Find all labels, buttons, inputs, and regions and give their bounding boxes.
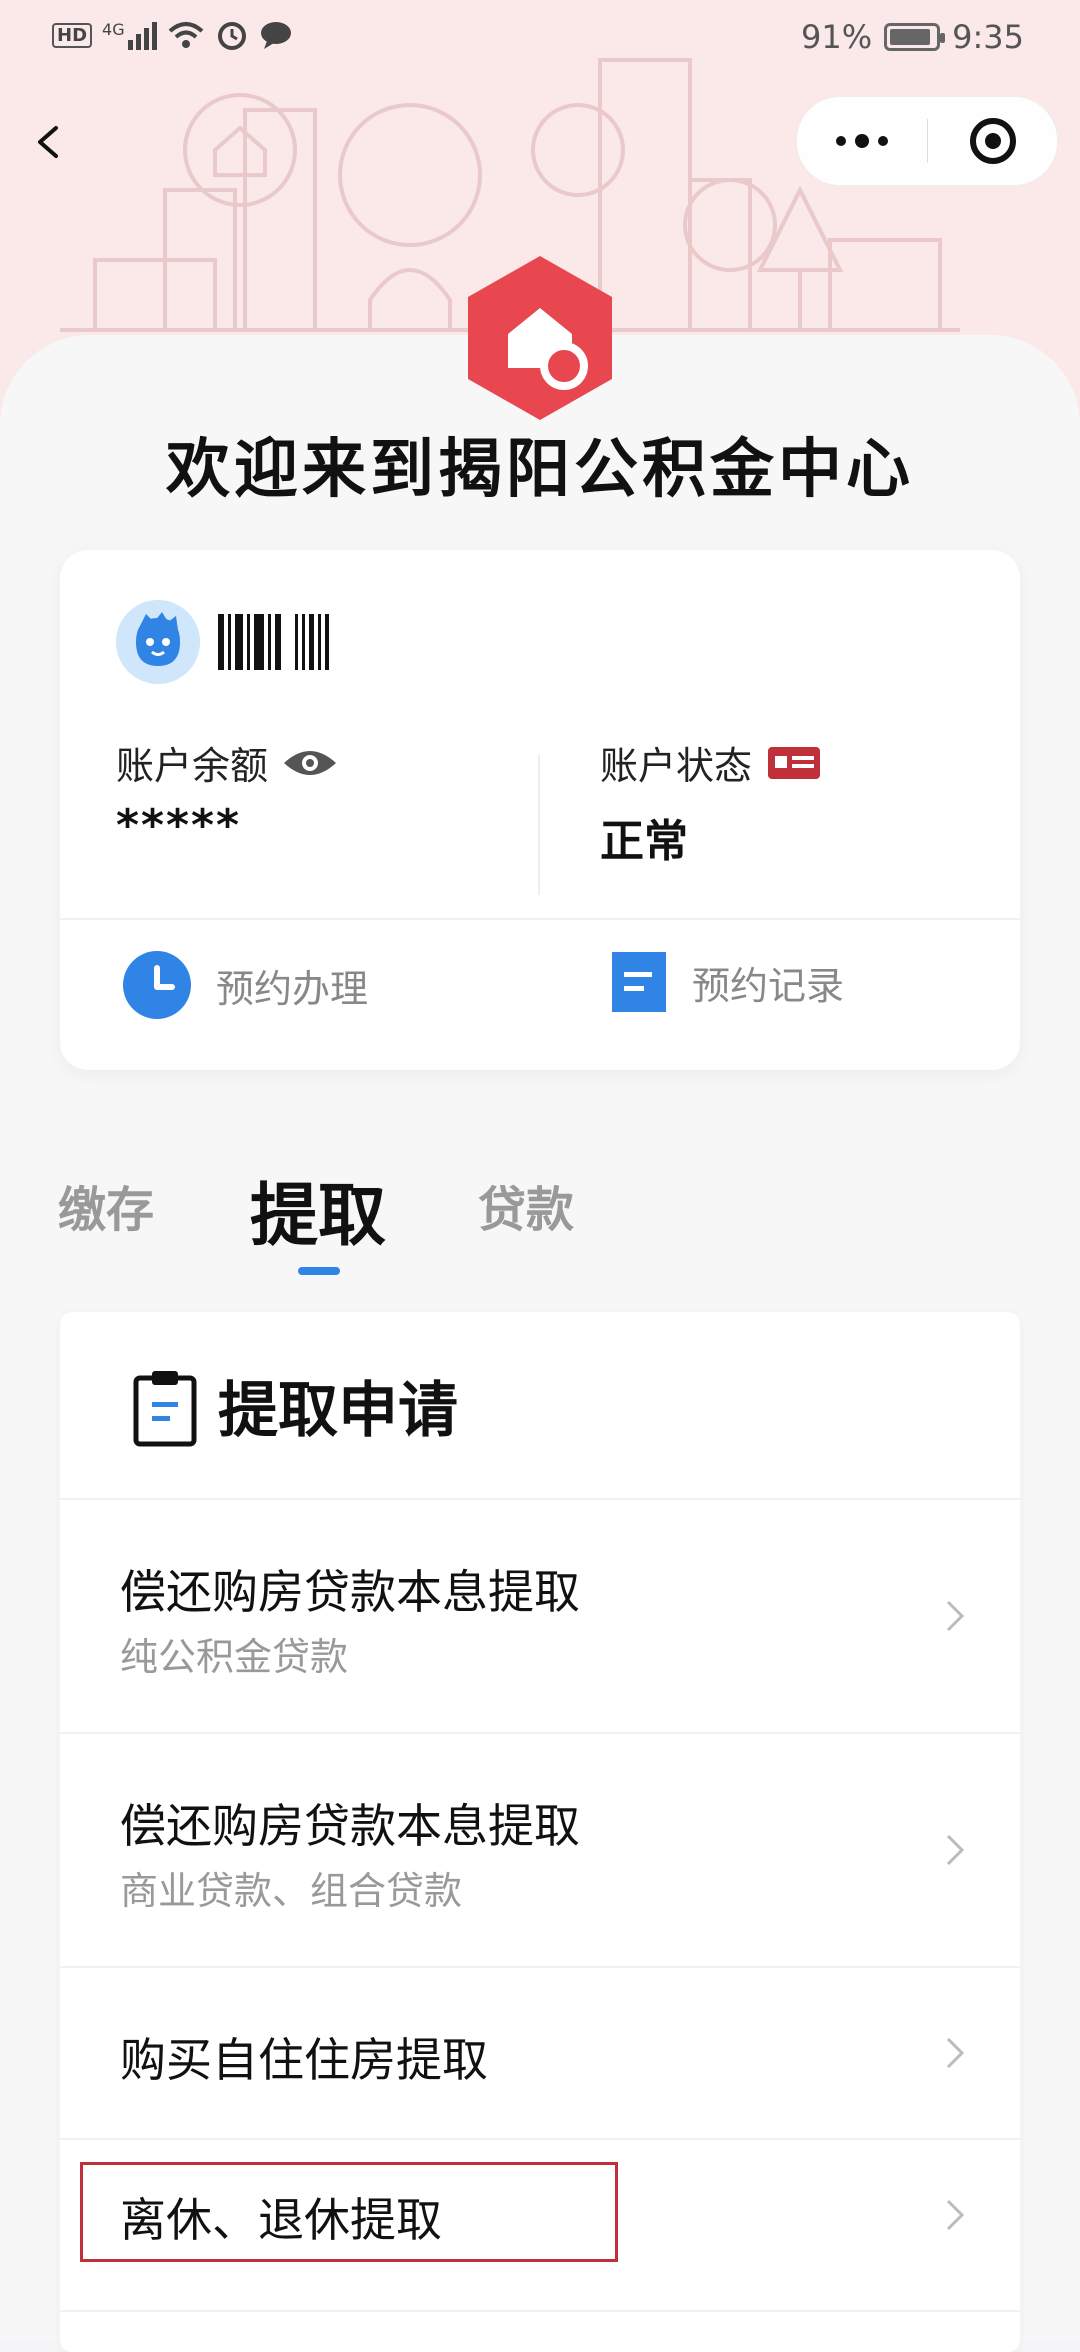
id-card-icon <box>768 746 821 779</box>
chevron-right-icon <box>946 2199 965 2231</box>
status-left-icons: HD 4G <box>52 18 293 52</box>
chat-icon <box>260 22 291 49</box>
chevron-left-icon <box>38 126 58 158</box>
appointment-label: 预约办理 <box>216 966 369 1011</box>
item-title: 购买自住住房提取 <box>120 2033 488 2087</box>
page-title: 欢迎来到揭阳公积金中心 <box>166 433 914 507</box>
item-title: 偿还购房贷款本息提取 <box>120 1799 580 1853</box>
balance-value: ***** <box>116 800 242 851</box>
chevron-right-icon <box>946 2037 965 2069</box>
withdraw-item-retirement[interactable]: 离休、退休提取 <box>60 2140 1020 2312</box>
more-button[interactable] <box>797 97 927 185</box>
item-subtitle: 商业贷款、组合贷款 <box>120 1869 463 1913</box>
item-subtitle: 纯公积金贷款 <box>120 1635 349 1679</box>
house-logo-icon <box>468 256 612 420</box>
appointment-button[interactable]: 预约办理 <box>122 950 368 1020</box>
balance-label: 账户余额 <box>116 744 269 788</box>
card-horizontal-divider <box>60 918 1020 920</box>
status-value: 正常 <box>600 816 688 867</box>
status-bar: HD 4G 91% 9:35 <box>0 0 1080 80</box>
clipboard-icon <box>133 1371 197 1447</box>
status-label-row: 账户状态 <box>600 735 822 790</box>
miniprogram-capsule <box>796 96 1058 186</box>
tab-deposit[interactable]: 缴存 <box>58 1170 154 1240</box>
avatar[interactable] <box>116 600 200 684</box>
panel-header: 提取申请 <box>60 1312 1020 1500</box>
withdraw-item-buy-home[interactable]: 购买自住住房提取 <box>60 1968 1020 2140</box>
balance-label-row: 账户余额 <box>116 735 338 790</box>
tab-loan[interactable]: 贷款 <box>478 1170 574 1240</box>
network-type-label: 4G <box>102 20 125 39</box>
status-label: 账户状态 <box>600 744 753 788</box>
active-tab-indicator <box>298 1267 340 1275</box>
chevron-right-icon <box>946 1600 965 1632</box>
alarm-icon <box>217 22 246 50</box>
clock-icon <box>123 951 191 1019</box>
4g-signal-icon: 4G <box>102 20 157 50</box>
chevron-right-icon <box>946 1834 965 1866</box>
item-title: 离休、退休提取 <box>120 2193 442 2247</box>
business-tabs: 缴存 提取 贷款 <box>0 1160 1080 1280</box>
withdraw-panel: 提取申请 偿还购房贷款本息提取 纯公积金贷款 偿还购房贷款本息提取 商业贷款、组… <box>60 1312 1020 2352</box>
appointment-records-button[interactable]: 预约记录 <box>610 950 844 1014</box>
back-button[interactable] <box>18 112 78 172</box>
close-miniprogram-button[interactable] <box>928 97 1057 185</box>
withdraw-item-mortgage-housing-fund[interactable]: 偿还购房贷款本息提取 纯公积金贷款 <box>60 1500 1020 1734</box>
battery-percent: 91% <box>801 18 873 56</box>
clock-time: 9:35 <box>952 18 1024 56</box>
more-dots-icon <box>836 136 846 146</box>
wifi-icon <box>168 22 203 48</box>
masked-username <box>218 614 368 670</box>
tab-withdraw[interactable]: 提取 <box>250 1160 386 1259</box>
eye-icon[interactable] <box>282 745 338 781</box>
document-icon <box>612 952 666 1012</box>
account-card: 账户余额 ***** 账户状态 正常 预约办理 预约记录 <box>60 550 1020 1070</box>
appointment-records-label: 预约记录 <box>692 963 845 1008</box>
hd-icon: HD <box>52 22 93 48</box>
mascot-avatar-icon <box>116 600 200 684</box>
status-right: 91% 9:35 <box>801 18 1024 56</box>
target-circle-icon <box>969 118 1016 164</box>
battery-icon <box>884 23 946 51</box>
item-title: 偿还购房贷款本息提取 <box>120 1565 580 1619</box>
card-vertical-divider <box>538 755 540 895</box>
withdraw-item-mortgage-commercial[interactable]: 偿还购房贷款本息提取 商业贷款、组合贷款 <box>60 1734 1020 1968</box>
panel-title: 提取申请 <box>218 1376 458 1446</box>
